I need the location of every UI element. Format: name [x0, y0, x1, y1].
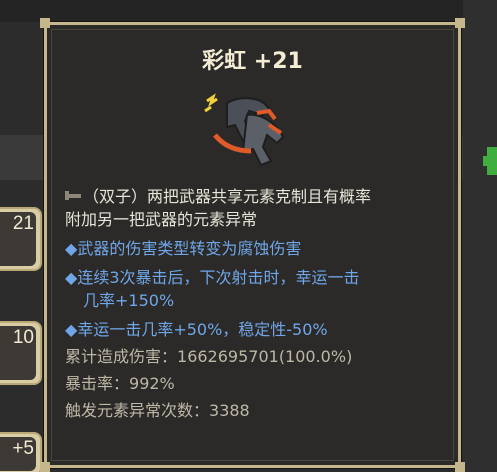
stat-label: 暴击率： — [65, 374, 130, 393]
right-panel-edge — [463, 0, 497, 472]
weapon-slot-1[interactable]: 21 — [0, 207, 42, 271]
description-line: 附加另一把武器的元素异常 — [65, 208, 438, 231]
item-description: （双子）两把武器共享元素克制且有概率 附加另一把武器的元素异常 ◆武器的伤害类型… — [65, 185, 438, 422]
plus-icon[interactable] — [483, 147, 497, 175]
effect-text: 幸运一击几率+50%，稳定性-50% — [77, 320, 328, 339]
diamond-bullet-icon: ◆ — [65, 239, 78, 258]
effect-text: 几率+150% — [83, 291, 175, 310]
effect-entry: ◆幸运一击几率+50%，稳定性-50% — [65, 318, 438, 341]
effect-entry: ◆武器的伤害类型转变为腐蚀伤害 — [65, 237, 438, 260]
slot-level-label: 21 — [12, 213, 34, 234]
stat-value: 3388 — [209, 401, 250, 420]
weapon-slot-3[interactable]: +5 — [0, 432, 42, 472]
slot-level-label: +5 — [12, 438, 34, 459]
corner-ornament — [40, 462, 50, 472]
effect-text: 连续3次暴击后，下次射击时，幸运一击 — [77, 268, 360, 287]
diamond-bullet-icon: ◆ — [65, 268, 78, 287]
stat-value: 992% — [129, 374, 175, 393]
stat-elemental-triggers: 触发元素异常次数：3388 — [65, 399, 438, 422]
description-line: （双子）两把武器共享元素克制且有概率 — [65, 185, 438, 208]
stat-label: 累计造成伤害： — [65, 347, 178, 366]
weapon-slot-2[interactable]: 10 — [0, 321, 42, 385]
corner-ornament — [40, 18, 50, 28]
corner-ornament — [455, 18, 465, 28]
description-text: （双子）两把武器共享元素克制且有概率 — [83, 187, 372, 206]
stat-total-damage: 累计造成伤害：1662695701(100.0%) — [65, 345, 438, 368]
item-tooltip: 彩虹 +21 （双子）两把武器共享元素克制且有概率 附加另一把武器的元素异常 ◆… — [40, 18, 465, 472]
diamond-bullet-icon: ◆ — [65, 320, 78, 339]
quote-icon — [65, 191, 81, 200]
stat-value: 1662695701(100.0%) — [177, 347, 353, 366]
description-text: 附加另一把武器的元素异常 — [65, 210, 258, 229]
corner-ornament — [455, 462, 465, 472]
rainbow-dual-pistol-icon — [204, 93, 285, 167]
stat-crit-rate: 暴击率：992% — [65, 372, 438, 395]
effect-entry: ◆连续3次暴击后，下次射击时，幸运一击 几率+150% — [65, 266, 438, 312]
effect-text: 武器的伤害类型转变为腐蚀伤害 — [77, 239, 302, 258]
top-bar — [0, 0, 497, 22]
item-title: 彩虹 +21 — [202, 49, 303, 74]
slot-level-label: 10 — [12, 327, 34, 348]
stat-label: 触发元素异常次数： — [65, 401, 210, 420]
